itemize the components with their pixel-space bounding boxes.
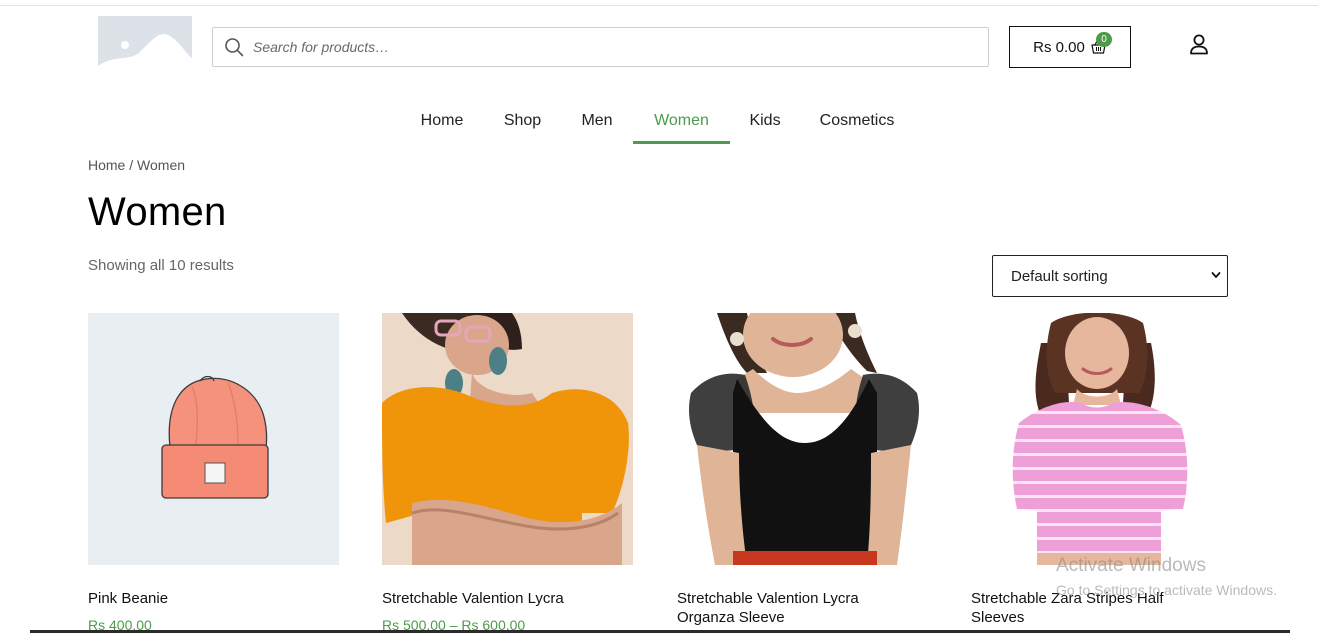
product-card-zara-stripes[interactable]: Stretchable Zara Stripes Half Sleeves <box>971 313 1223 626</box>
product-card-valention-lycra[interactable]: Stretchable Valention Lycra Rs 500.00 – … <box>382 313 634 633</box>
product-image[interactable] <box>382 313 633 565</box>
cart-button[interactable]: Rs 0.00 <box>1009 26 1131 68</box>
breadcrumb-home-link[interactable]: Home <box>88 157 125 173</box>
orange-top-photo <box>382 313 633 565</box>
image-placeholder-icon <box>98 16 192 79</box>
chevron-down-icon <box>1211 272 1221 278</box>
pink-striped-top-photo <box>971 313 1222 565</box>
activate-windows-watermark: Activate Windows Go to Settings to activ… <box>1056 555 1277 598</box>
site-logo[interactable] <box>98 16 192 79</box>
product-image[interactable] <box>971 313 1222 565</box>
nav-item-men[interactable]: Men <box>572 104 622 146</box>
active-nav-indicator <box>633 141 730 144</box>
product-title[interactable]: Pink Beanie <box>88 589 328 608</box>
breadcrumb: Home / Women <box>88 157 185 173</box>
breadcrumb-separator: / <box>125 157 138 173</box>
product-title[interactable]: Stretchable Valention Lycra <box>382 589 622 608</box>
product-card-pink-beanie[interactable]: Pink Beanie Rs 400.00 <box>88 313 340 633</box>
user-account-icon[interactable] <box>1188 33 1210 55</box>
result-count: Showing all 10 results <box>88 257 234 274</box>
cart-count-badge: 0 <box>1096 32 1112 47</box>
main-navigation: Home Shop Men Women Kids Cosmetics <box>0 104 1318 146</box>
nav-item-kids[interactable]: Kids <box>740 104 790 146</box>
product-search[interactable] <box>212 27 989 67</box>
black-top-photo <box>677 313 928 565</box>
product-card-organza-sleeve[interactable]: Stretchable Valention Lycra Organza Slee… <box>677 313 929 626</box>
watermark-subtitle: Go to Settings to activate Windows. <box>1056 582 1277 598</box>
nav-item-cosmetics[interactable]: Cosmetics <box>810 104 904 146</box>
page-title: Women <box>88 190 227 234</box>
nav-item-women[interactable]: Women <box>633 104 730 146</box>
beanie-image-icon <box>88 313 339 565</box>
search-icon[interactable] <box>223 36 245 58</box>
product-image[interactable] <box>88 313 339 565</box>
product-title[interactable]: Stretchable Valention Lycra Organza Slee… <box>677 589 917 627</box>
watermark-title: Activate Windows <box>1056 555 1206 576</box>
breadcrumb-current: Women <box>137 157 186 173</box>
sort-select[interactable]: Default sorting <box>992 255 1228 297</box>
top-divider <box>0 5 1318 6</box>
nav-item-home[interactable]: Home <box>411 104 473 146</box>
nav-item-shop[interactable]: Shop <box>493 104 552 146</box>
product-image[interactable] <box>677 313 928 565</box>
cart-total: Rs 0.00 <box>1033 38 1085 56</box>
search-input[interactable] <box>253 39 953 55</box>
